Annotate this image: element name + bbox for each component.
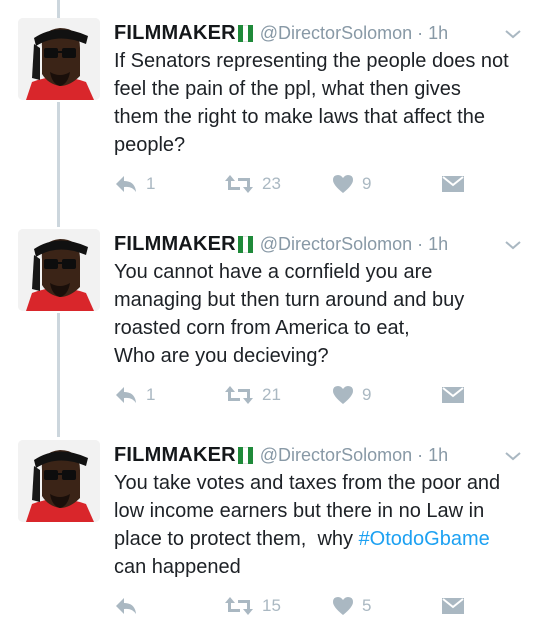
reply-count: 1 [146,385,156,404]
retweet-button[interactable]: 15 [224,594,281,618]
retweet-count: 15 [262,596,281,615]
tweet-text-line: Who are you decieving? [114,345,329,367]
like-count: 9 [362,385,372,404]
author-handle[interactable]: @DirectorSolomon [260,23,412,44]
tweet-text: If Senators representing the people does… [114,47,529,159]
tweet-time[interactable]: 1h [428,234,448,255]
heart-icon [333,175,353,193]
author-name[interactable]: FILMMAKER [114,444,236,467]
nigeria-flag-icon [237,446,253,464]
avatar[interactable] [18,229,100,311]
chevron-down-icon[interactable] [503,446,523,466]
hashtag-link[interactable]: #OtodoGbame [359,528,490,550]
retweet-icon [225,175,253,193]
separator: · [417,444,424,465]
tweet-header: FILMMAKER @DirectorSolomon · 1h [114,442,448,468]
tweet-text-line: people? [114,134,186,156]
nigeria-flag-icon [237,24,253,42]
author-handle[interactable]: @DirectorSolomon [260,234,412,255]
separator: · [417,22,424,43]
direct-message-icon [442,387,464,403]
like-count: 5 [362,596,372,615]
retweet-button[interactable]: 23 [224,172,281,196]
reply-icon [116,387,136,403]
tweet-text: You cannot have a cornfield you are mana… [114,258,529,370]
tweet-actions: 1 21 9 [114,383,474,407]
like-button[interactable]: 5 [332,594,371,618]
tweet-header: FILMMAKER @DirectorSolomon · 1h [114,20,448,46]
author-handle[interactable]: @DirectorSolomon [260,445,412,466]
heart-icon [333,386,353,404]
heart-icon [333,597,353,615]
tweet-actions: 1 23 9 [114,172,474,196]
tweet-text: You take votes and taxes from the poor a… [114,469,529,581]
tweet-header: FILMMAKER @DirectorSolomon · 1h [114,231,448,257]
tweet[interactable]: FILMMAKER @DirectorSolomon · 1h You cann… [0,211,539,421]
separator: · [417,233,424,254]
chevron-down-icon[interactable] [503,24,523,44]
retweet-button[interactable]: 21 [224,383,281,407]
tweet-text-line: place to protect them, why #OtodoGbame [114,525,529,553]
direct-message-icon [442,176,464,192]
direct-message-button[interactable] [442,172,464,196]
retweet-count: 21 [262,385,281,404]
author-name[interactable]: FILMMAKER [114,22,236,45]
tweet-text-line: them the right to make laws that affect … [114,106,485,128]
tweet-text-line: feel the pain of the ppl, what then give… [114,78,461,100]
chevron-down-icon[interactable] [503,235,523,255]
direct-message-button[interactable] [442,383,464,407]
reply-button[interactable]: 1 [114,172,155,196]
like-button[interactable]: 9 [332,172,371,196]
tweet[interactable]: FILMMAKER @DirectorSolomon · 1h If Senat… [0,0,539,210]
reply-icon [116,176,136,192]
reply-button[interactable] [114,594,146,618]
tweet-time[interactable]: 1h [428,445,448,466]
retweet-count: 23 [262,174,281,193]
like-count: 9 [362,174,372,193]
tweet-text-line: can happened [114,556,241,578]
tweet-time[interactable]: 1h [428,23,448,44]
reply-icon [116,598,136,614]
retweet-icon [225,386,253,404]
avatar[interactable] [18,440,100,522]
tweet-text-line: roasted corn from America to eat, [114,317,410,339]
nigeria-flag-icon [237,235,253,253]
author-name[interactable]: FILMMAKER [114,233,236,256]
tweet-text-fragment: place to protect them, why [114,528,359,550]
direct-message-icon [442,598,464,614]
avatar[interactable] [18,18,100,100]
tweet-actions: 15 5 [114,594,474,618]
like-button[interactable]: 9 [332,383,371,407]
reply-count: 1 [146,174,156,193]
tweet[interactable]: FILMMAKER @DirectorSolomon · 1h You take… [0,422,539,633]
retweet-icon [225,597,253,615]
tweet-text-line: You cannot have a cornfield you are [114,261,433,283]
tweet-text-line: low income earners but there in no Law i… [114,500,485,522]
tweet-text-line: You take votes and taxes from the poor a… [114,472,501,494]
reply-button[interactable]: 1 [114,383,155,407]
tweet-text-line: If Senators representing the people does… [114,50,509,72]
direct-message-button[interactable] [442,594,464,618]
tweet-text-line: managing but then turn around and buy [114,289,465,311]
